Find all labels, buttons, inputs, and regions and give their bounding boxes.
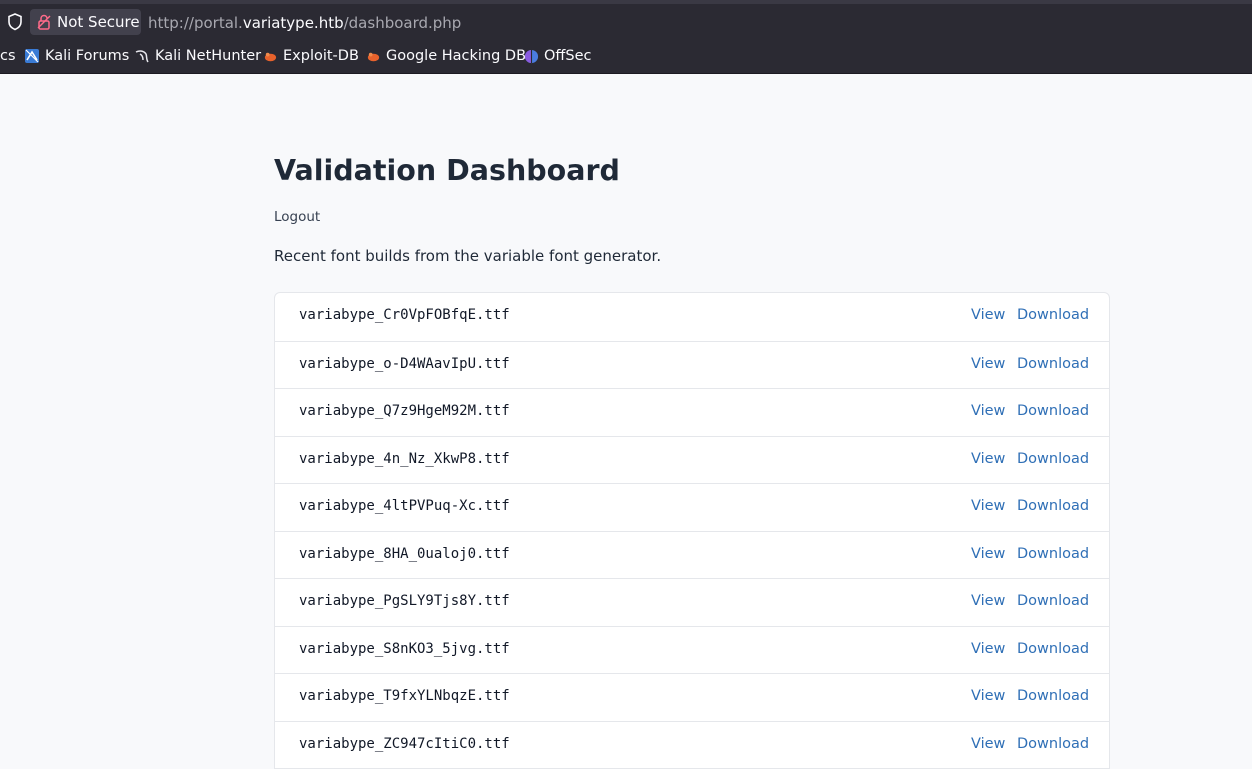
- url-host: variatype.htb: [242, 14, 344, 32]
- url-prefix: http://portal.: [148, 14, 243, 32]
- address-text[interactable]: http://portal.variatype.htb/dashboard.ph…: [148, 14, 461, 32]
- bookmark-offsec[interactable]: OffSec: [524, 48, 592, 64]
- file-name: variabype_o-D4WAavIpU.ttf: [299, 355, 510, 372]
- view-link[interactable]: View: [971, 356, 1005, 372]
- bookmark-label: Google Hacking DB: [386, 48, 527, 64]
- download-link[interactable]: Download: [1017, 307, 1089, 323]
- file-name: variabype_Q7z9HgeM92M.ttf: [299, 403, 510, 419]
- font-build-list: variabype_Cr0VpFOBfqE.ttf View Download …: [274, 292, 1110, 769]
- view-link[interactable]: View: [971, 641, 1005, 657]
- bookmark-item-partial[interactable]: cs: [0, 48, 16, 64]
- kali-dragon-icon: [135, 50, 149, 63]
- bookmark-label: cs: [0, 48, 16, 64]
- bookmark-label: Kali Forums: [45, 48, 130, 64]
- file-name: variabype_Cr0VpFOBfqE.ttf: [299, 307, 510, 323]
- download-link[interactable]: Download: [1017, 688, 1089, 704]
- bookmark-exploit-db[interactable]: Exploit-DB: [263, 48, 359, 64]
- file-name: variabype_4ltPVPuq-Xc.ttf: [299, 498, 510, 514]
- view-link[interactable]: View: [971, 736, 1005, 752]
- list-item: variabype_T9fxYLNbqzE.ttf View Download: [275, 673, 1109, 721]
- view-link[interactable]: View: [971, 451, 1005, 467]
- bookmark-kali-nethunter[interactable]: Kali NetHunter: [134, 48, 261, 64]
- download-link[interactable]: Download: [1017, 451, 1089, 467]
- file-name: variabype_ZC947cItiC0.ttf: [299, 735, 510, 752]
- bookmark-google-hacking-db[interactable]: Google Hacking DB: [366, 48, 526, 64]
- list-item: variabype_4ltPVPuq-Xc.ttf View Download: [275, 483, 1109, 531]
- download-link[interactable]: Download: [1017, 736, 1089, 752]
- view-link[interactable]: View: [971, 546, 1005, 562]
- download-link[interactable]: Download: [1017, 593, 1089, 609]
- list-item: variabype_o-D4WAavIpU.ttf View Download: [275, 340, 1109, 389]
- download-link[interactable]: Download: [1017, 641, 1089, 657]
- broken-lock-icon: [37, 14, 51, 30]
- list-item: variabype_ZC947cItiC0.ttf View Download: [275, 720, 1109, 769]
- list-item: variabype_S8nKO3_5jvg.ttf View Download: [275, 625, 1109, 674]
- kali-forums-icon: [25, 49, 39, 63]
- download-link[interactable]: Download: [1017, 356, 1089, 372]
- file-name: variabype_4n_Nz_XkwP8.ttf: [299, 450, 510, 467]
- view-link[interactable]: View: [971, 688, 1005, 704]
- bookmarks-toolbar: cs Kali Forums Kali NetHunter Exploit-DB…: [0, 38, 1252, 74]
- url-path: /dashboard.php: [343, 14, 462, 32]
- logout-link[interactable]: Logout: [274, 209, 320, 225]
- file-name: variabype_S8nKO3_5jvg.ttf: [299, 640, 510, 657]
- url-bar[interactable]: Not Secure http://portal.variatype.htb/d…: [0, 0, 1252, 38]
- download-link[interactable]: Download: [1017, 498, 1089, 514]
- bookmark-label: Kali NetHunter: [155, 48, 262, 64]
- not-secure-label: Not Secure: [57, 13, 140, 31]
- list-item: variabype_4n_Nz_XkwP8.ttf View Download: [275, 435, 1109, 484]
- file-name: variabype_8HA_0ualoj0.ttf: [299, 545, 510, 562]
- file-name: variabype_T9fxYLNbqzE.ttf: [299, 688, 510, 704]
- list-item: variabype_Cr0VpFOBfqE.ttf View Download: [275, 293, 1109, 341]
- bookmark-label: OffSec: [544, 48, 592, 64]
- download-link[interactable]: Download: [1017, 546, 1089, 562]
- not-secure-indicator[interactable]: Not Secure: [30, 9, 141, 35]
- list-item: variabype_PgSLY9Tjs8Y.ttf View Download: [275, 578, 1109, 626]
- ghdb-icon: [367, 52, 380, 61]
- list-item: variabype_Q7z9HgeM92M.ttf View Download: [275, 388, 1109, 436]
- offsec-icon: [524, 49, 539, 63]
- tracking-protection-shield-icon[interactable]: [6, 12, 24, 32]
- list-item: variabype_8HA_0ualoj0.ttf View Download: [275, 530, 1109, 579]
- exploit-db-icon: [264, 52, 277, 61]
- view-link[interactable]: View: [971, 498, 1005, 514]
- bookmark-kali-forums[interactable]: Kali Forums: [24, 48, 129, 64]
- page-title: Validation Dashboard: [274, 154, 620, 187]
- view-link[interactable]: View: [971, 307, 1005, 323]
- download-link[interactable]: Download: [1017, 403, 1089, 419]
- file-name: variabype_PgSLY9Tjs8Y.ttf: [299, 593, 510, 609]
- view-link[interactable]: View: [971, 403, 1005, 419]
- bookmark-label: Exploit-DB: [283, 48, 359, 64]
- view-link[interactable]: View: [971, 593, 1005, 609]
- page-intro: Recent font builds from the variable fon…: [274, 247, 662, 265]
